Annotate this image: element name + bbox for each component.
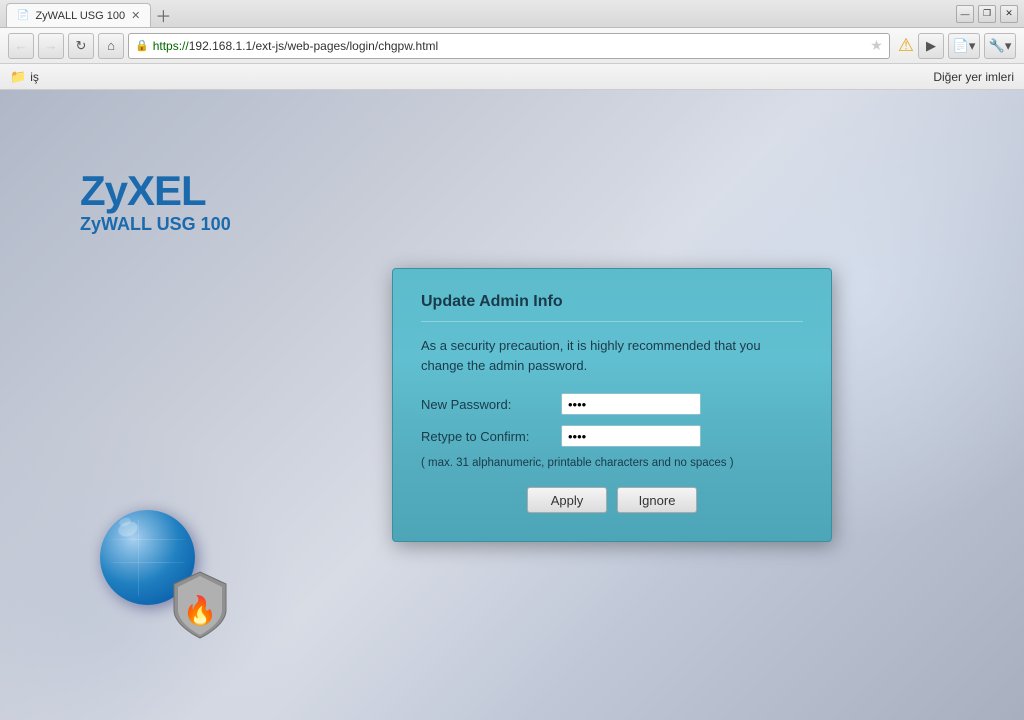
- title-bar: 📄 ZyWALL USG 100 ✕ ＋ — ❐ ✕: [0, 0, 1024, 28]
- branding-area: ZyXEL ZyWALL USG 100: [80, 170, 231, 235]
- address-bar[interactable]: 🔒 https://192.168.1.1/ext-js/web-pages/l…: [128, 33, 890, 59]
- dialog-buttons: Apply Ignore: [421, 487, 803, 513]
- settings-button[interactable]: 🔧▾: [984, 33, 1016, 59]
- zyxel-logo: ZyXEL: [80, 170, 231, 212]
- shield-icon: 🔥: [170, 570, 230, 640]
- bookmarks-bar: 📁 iş Diğer yer imleri: [0, 64, 1024, 90]
- retype-confirm-row: Retype to Confirm:: [421, 425, 803, 447]
- address-url: https://192.168.1.1/ext-js/web-pages/log…: [153, 39, 867, 53]
- ssl-lock-icon: 🔒: [135, 39, 149, 52]
- maximize-button[interactable]: ❐: [978, 5, 996, 23]
- back-button[interactable]: ←: [8, 33, 34, 59]
- dialog-description: As a security precaution, it is highly r…: [421, 336, 803, 375]
- other-bookmarks[interactable]: Diğer yer imleri: [933, 70, 1014, 84]
- password-hint: ( max. 31 alphanumeric, printable charac…: [421, 457, 803, 469]
- forward-button[interactable]: →: [38, 33, 64, 59]
- svg-text:🔥: 🔥: [183, 594, 218, 627]
- dialog-wrap: Update Admin Info As a security precauti…: [392, 268, 832, 542]
- update-admin-dialog: Update Admin Info As a security precauti…: [392, 268, 832, 542]
- page-menu-button[interactable]: 📄▾: [948, 33, 980, 59]
- dialog-title: Update Admin Info: [421, 293, 803, 322]
- browser-chrome: 📄 ZyWALL USG 100 ✕ ＋ — ❐ ✕ ← → ↻ ⌂ 🔒 htt…: [0, 0, 1024, 90]
- product-name: ZyWALL USG 100: [80, 214, 231, 235]
- ignore-button[interactable]: Ignore: [617, 487, 697, 513]
- bookmark-label: iş: [30, 70, 39, 84]
- new-password-row: New Password:: [421, 393, 803, 415]
- record-button[interactable]: ▶: [918, 33, 944, 59]
- navigation-bar: ← → ↻ ⌂ 🔒 https://192.168.1.1/ext-js/web…: [0, 28, 1024, 64]
- retype-confirm-input[interactable]: [561, 425, 701, 447]
- new-password-label: New Password:: [421, 397, 561, 412]
- bookmark-is[interactable]: 📁 iş: [10, 69, 39, 85]
- tab-favicon: 📄: [17, 10, 29, 21]
- close-button[interactable]: ✕: [1000, 5, 1018, 23]
- tab-bar: 📄 ZyWALL USG 100 ✕ ＋: [6, 0, 948, 27]
- apply-button[interactable]: Apply: [527, 487, 607, 513]
- alert-icon: ⚠: [898, 35, 914, 56]
- active-tab[interactable]: 📄 ZyWALL USG 100 ✕: [6, 3, 151, 27]
- minimize-button[interactable]: —: [956, 5, 974, 23]
- window-controls: — ❐ ✕: [956, 5, 1018, 23]
- home-button[interactable]: ⌂: [98, 33, 124, 59]
- globe-shield-area: 🔥: [100, 510, 230, 640]
- new-password-input[interactable]: [561, 393, 701, 415]
- tab-close-button[interactable]: ✕: [131, 9, 140, 22]
- new-tab-button[interactable]: ＋: [155, 3, 171, 27]
- bookmark-folder-icon: 📁: [10, 69, 26, 85]
- refresh-button[interactable]: ↻: [68, 33, 94, 59]
- url-rest: 192.168.1.1/ext-js/web-pages/login/chgpw…: [189, 39, 439, 53]
- retype-confirm-label: Retype to Confirm:: [421, 429, 561, 444]
- nav-right-controls: ⚠ ▶ 📄▾ 🔧▾: [898, 33, 1016, 59]
- page-content: ZyXEL ZyWALL USG 100 🔥: [0, 90, 1024, 720]
- https-part: https://: [153, 39, 189, 53]
- bookmark-star-icon[interactable]: ★: [870, 37, 883, 54]
- tab-title: ZyWALL USG 100: [35, 10, 125, 22]
